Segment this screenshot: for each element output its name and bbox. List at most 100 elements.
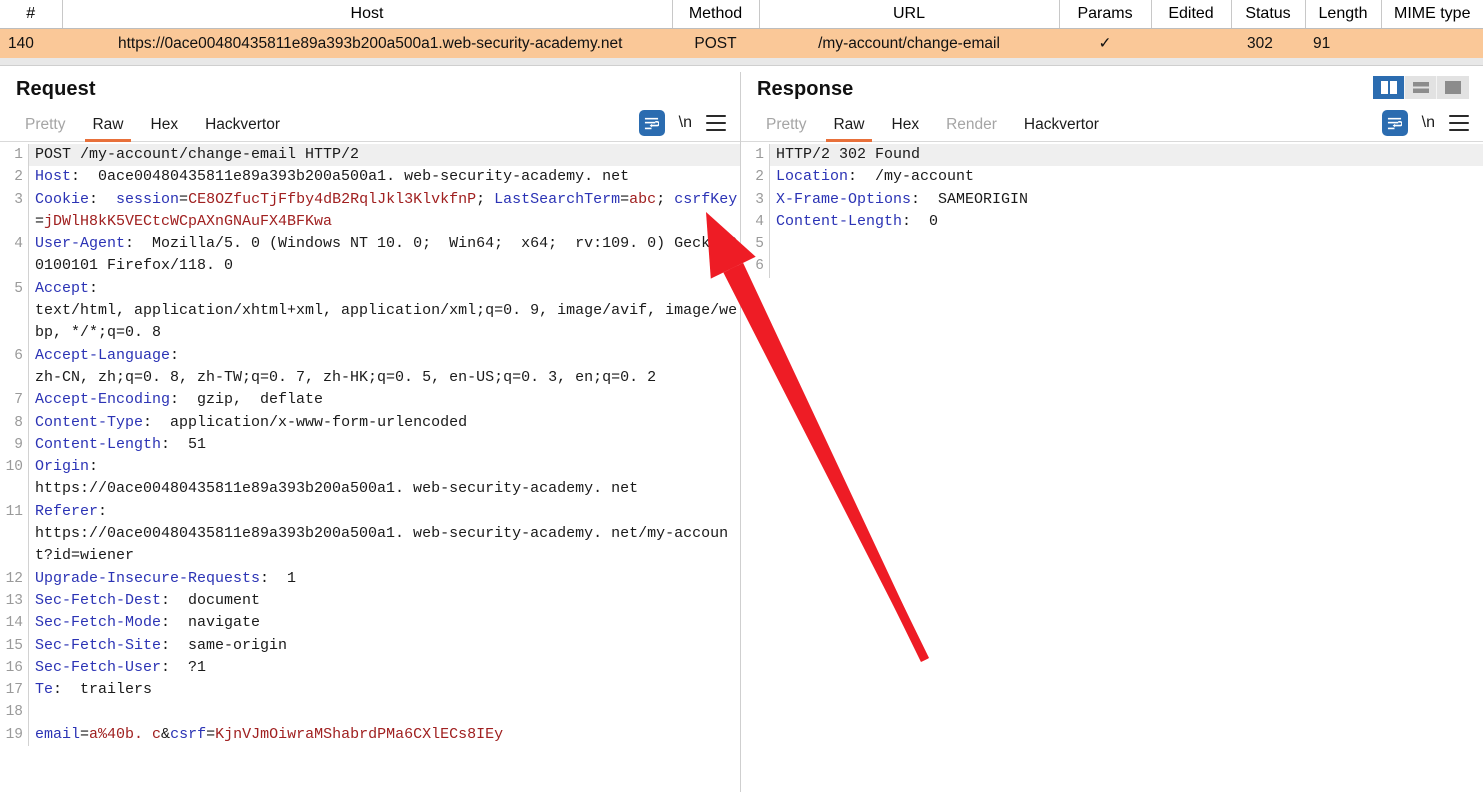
request-line-text[interactable]: Accept-Language: zh-CN, zh;q=0. 8, zh-TW… bbox=[29, 345, 740, 390]
column-header-url[interactable]: URL bbox=[759, 0, 1060, 29]
request-line: 10 Origin: https://0ace00480435811e89a393… bbox=[0, 456, 740, 501]
request-line: 18 bbox=[0, 701, 740, 724]
token-hdr: Content-Type bbox=[35, 413, 144, 431]
request-line-text[interactable]: Sec-Fetch-Site: same-origin bbox=[29, 635, 740, 657]
request-line-text[interactable]: Te: trailers bbox=[29, 679, 740, 701]
word-wrap-icon[interactable] bbox=[638, 110, 665, 136]
token-val: = bbox=[620, 190, 630, 208]
response-line-text[interactable]: X-Frame-Options: SAMEORIGIN bbox=[770, 189, 1483, 211]
response-line-text[interactable]: Content-Length: 0 bbox=[770, 211, 1483, 233]
column-header-mime[interactable]: MIME type bbox=[1381, 0, 1483, 29]
cell-edited bbox=[1151, 28, 1231, 58]
newline-toggle[interactable]: \n bbox=[1422, 115, 1435, 131]
burp-proxy-window: # Host Method URL Params Edited Status L… bbox=[0, 0, 1483, 795]
token-hdr: Host bbox=[35, 168, 72, 186]
table-row[interactable]: 140 https://0ace00480435811e89a393b200a5… bbox=[0, 28, 1483, 58]
request-line-text[interactable]: Sec-Fetch-User: ?1 bbox=[29, 657, 740, 679]
request-line-text[interactable]: POST /my-account/change-email HTTP/2 bbox=[29, 144, 740, 167]
token-hdr: Referer bbox=[35, 502, 99, 520]
word-wrap-icon[interactable] bbox=[1381, 110, 1408, 136]
response-code-view[interactable]: 1 HTTP/2 302 Found 2 Location: /my-account 3… bbox=[741, 142, 1483, 795]
tab-render[interactable]: Render bbox=[937, 116, 1006, 141]
token-val: : SAMEORIGIN bbox=[911, 190, 1029, 208]
tab-hackvertor[interactable]: Hackvertor bbox=[196, 116, 289, 141]
line-number: 15 bbox=[5, 637, 23, 654]
request-panel: Request Pretty Raw Hex Hackvertor \n 1 P… bbox=[0, 66, 740, 795]
token-val: : https://0ace00480435811e89a393b200a500… bbox=[35, 458, 639, 498]
request-line-text[interactable]: Origin: https://0ace00480435811e89a393b2… bbox=[29, 456, 740, 501]
tab-pretty[interactable]: Pretty bbox=[16, 116, 74, 141]
line-number: 6 bbox=[14, 347, 23, 364]
line-number: 9 bbox=[14, 436, 23, 453]
request-line: 1 POST /my-account/change-email HTTP/2 bbox=[0, 144, 740, 167]
response-line: 5 bbox=[741, 233, 1483, 256]
column-header-host[interactable]: Host bbox=[62, 0, 673, 29]
request-line: 6 Accept-Language: zh-CN, zh;q=0. 8, zh-T… bbox=[0, 344, 740, 390]
token-val: : application/x-www-form-urlencoded bbox=[143, 413, 468, 431]
token-hdr: Sec-Fetch-Mode bbox=[35, 614, 162, 632]
table-header-row: # Host Method URL Params Edited Status L… bbox=[0, 0, 1483, 29]
newline-toggle[interactable]: \n bbox=[679, 115, 692, 131]
tab-raw[interactable]: Raw bbox=[824, 116, 873, 142]
request-line-text[interactable]: Sec-Fetch-Mode: navigate bbox=[29, 612, 740, 634]
side-by-side-layout-button[interactable] bbox=[1373, 76, 1405, 99]
request-line-text[interactable]: Cookie: session=CE8OZfucTjFfby4dB2RqlJkl… bbox=[29, 189, 740, 234]
token-val: : Mozilla/5. 0 (Windows NT 10. 0; Win64;… bbox=[35, 235, 738, 275]
token-val: : 0ace00480435811e89a393b200a500a1. web-… bbox=[71, 168, 630, 186]
response-line-text[interactable] bbox=[770, 255, 1483, 277]
line-number: 4 bbox=[14, 236, 23, 253]
line-number: 5 bbox=[14, 280, 23, 297]
token-red: abc bbox=[629, 190, 657, 208]
line-number: 3 bbox=[755, 191, 764, 208]
response-line-text[interactable] bbox=[770, 233, 1483, 255]
request-line-text[interactable]: Accept-Encoding: gzip, deflate bbox=[29, 389, 740, 411]
line-number: 14 bbox=[5, 615, 23, 632]
request-line-text[interactable] bbox=[29, 701, 740, 723]
response-panel: Response Pretty Raw Hex Render Hackvertor \n bbox=[741, 66, 1483, 795]
column-header-params[interactable]: Params bbox=[1059, 0, 1152, 29]
request-line-text[interactable]: Content-Length: 51 bbox=[29, 434, 740, 456]
request-line: 16 Sec-Fetch-User: ?1 bbox=[0, 656, 740, 680]
tab-pretty[interactable]: Pretty bbox=[757, 116, 815, 141]
tab-hex[interactable]: Hex bbox=[883, 116, 929, 141]
token-val: : navigate bbox=[161, 614, 261, 632]
token-hdr: Sec-Fetch-Dest bbox=[35, 591, 162, 609]
single-pane-layout-button[interactable] bbox=[1437, 76, 1469, 99]
request-tabbar: Pretty Raw Hex Hackvertor \n bbox=[0, 106, 740, 142]
hamburger-menu-icon[interactable] bbox=[1449, 115, 1469, 131]
tab-raw[interactable]: Raw bbox=[83, 116, 132, 142]
cell-method: POST bbox=[672, 28, 759, 58]
token-val: & bbox=[161, 725, 171, 743]
request-line: 3 Cookie: session=CE8OZfucTjFfby4dB2RqlJk… bbox=[0, 188, 740, 234]
request-line-text[interactable]: Sec-Fetch-Dest: document bbox=[29, 590, 740, 612]
request-line-text[interactable]: Upgrade-Insecure-Requests: 1 bbox=[29, 568, 740, 590]
cell-number: 140 bbox=[0, 28, 62, 58]
response-line-text[interactable]: Location: /my-account bbox=[770, 166, 1483, 188]
layout-switcher bbox=[1373, 76, 1469, 99]
hamburger-menu-icon[interactable] bbox=[706, 115, 726, 131]
request-code-view[interactable]: 1 POST /my-account/change-email HTTP/2 2 Ho… bbox=[0, 142, 740, 795]
tab-hex[interactable]: Hex bbox=[142, 116, 188, 141]
request-line-text[interactable]: Host: 0ace00480435811e89a393b200a500a1. … bbox=[29, 166, 740, 188]
token-hdr: Origin bbox=[35, 458, 90, 476]
response-line-text[interactable]: HTTP/2 302 Found bbox=[770, 144, 1483, 167]
column-header-length[interactable]: Length bbox=[1305, 0, 1382, 29]
request-line-text[interactable]: Referer: https://0ace00480435811e89a393b… bbox=[29, 501, 740, 568]
request-line-text[interactable]: Content-Type: application/x-www-form-url… bbox=[29, 412, 740, 434]
token-hdr: X-Frame-Options bbox=[776, 190, 912, 208]
column-header-number[interactable]: # bbox=[0, 0, 63, 29]
tab-hackvertor[interactable]: Hackvertor bbox=[1015, 116, 1108, 141]
column-header-status[interactable]: Status bbox=[1231, 0, 1306, 29]
column-header-method[interactable]: Method bbox=[672, 0, 760, 29]
stacked-layout-button[interactable] bbox=[1405, 76, 1437, 99]
response-panel-title: Response bbox=[757, 78, 854, 100]
request-line: 13 Sec-Fetch-Dest: document bbox=[0, 589, 740, 613]
request-line-text[interactable]: User-Agent: Mozilla/5. 0 (Windows NT 10.… bbox=[29, 233, 740, 278]
request-line-text[interactable]: Accept: text/html, application/xhtml+xml… bbox=[29, 278, 740, 345]
proxy-history-table: # Host Method URL Params Edited Status L… bbox=[0, 0, 1483, 58]
token-key: csrf bbox=[170, 725, 207, 743]
request-line-text[interactable]: email=a%40b. c&csrf=KjnVJmOiwraMShabrdPM… bbox=[29, 724, 740, 746]
token-hdr: Content-Length bbox=[776, 212, 903, 230]
line-number: 17 bbox=[5, 682, 23, 699]
column-header-edited[interactable]: Edited bbox=[1151, 0, 1232, 29]
